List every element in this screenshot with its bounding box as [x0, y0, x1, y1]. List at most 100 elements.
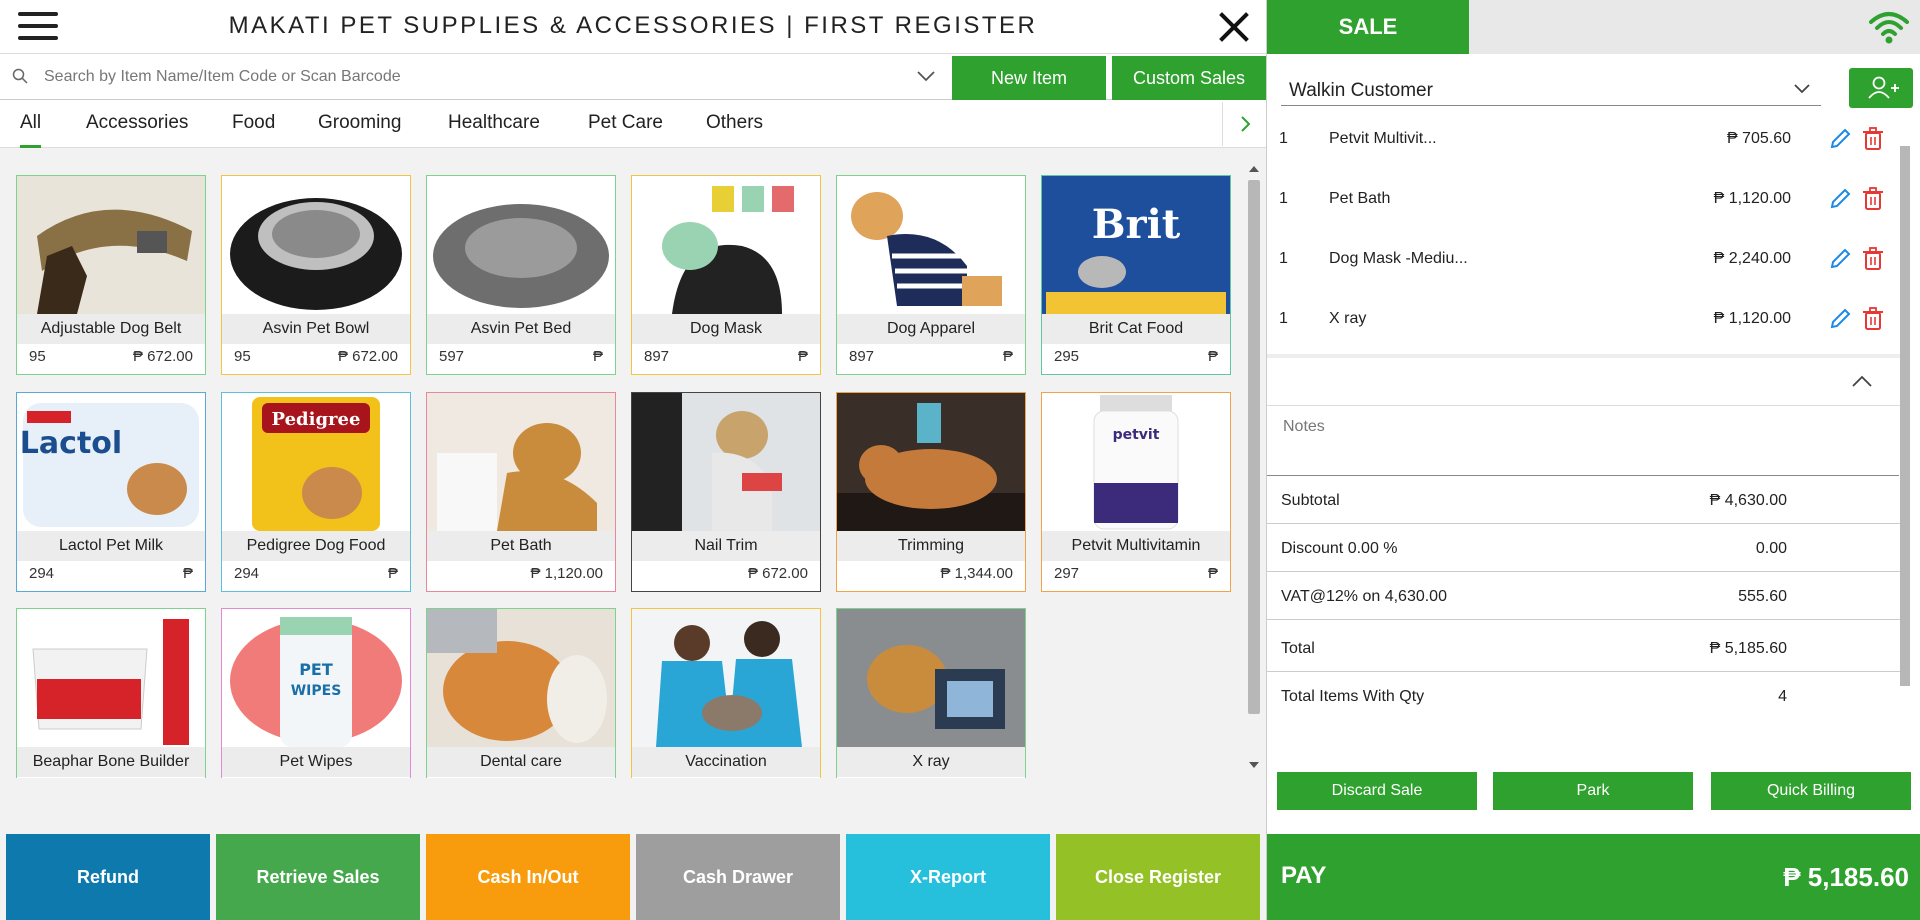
pay-button[interactable]: PAY ₱ 5,185.60: [1267, 834, 1920, 920]
product-stock: 95: [234, 348, 251, 365]
search-input[interactable]: [44, 62, 904, 92]
tab-grooming[interactable]: Grooming: [318, 112, 401, 134]
cart-line[interactable]: 1 Dog Mask -Mediu... ₱ 2,240.00: [1267, 234, 1901, 294]
park-button[interactable]: Park: [1493, 772, 1693, 810]
add-customer-button[interactable]: [1849, 68, 1913, 108]
delete-icon[interactable]: [1861, 126, 1885, 152]
product-card[interactable]: Nail Trim ₱ 672.00: [631, 392, 821, 592]
chevron-right-icon[interactable]: [1222, 102, 1266, 146]
summary-value: ₱ 5,185.60: [1709, 640, 1787, 657]
notes-field[interactable]: [1267, 406, 1899, 476]
line-name: Petvit Multivit...: [1329, 130, 1437, 147]
product-card[interactable]: Pedigree Pedigree Dog Food 294 ₱: [221, 392, 411, 592]
tab-accessories[interactable]: Accessories: [86, 112, 188, 134]
svg-text:Pedigree: Pedigree: [272, 409, 361, 430]
sale-scrollbar[interactable]: [1898, 132, 1912, 718]
edit-icon[interactable]: [1827, 186, 1853, 212]
delete-icon[interactable]: [1861, 246, 1885, 272]
product-card[interactable]: Beaphar Bone Builder: [16, 608, 206, 778]
product-stock: 294: [234, 565, 260, 582]
product-card[interactable]: Asvin Pet Bed 597 ₱: [426, 175, 616, 375]
scroll-thumb[interactable]: [1900, 146, 1910, 686]
quick-billing-button[interactable]: Quick Billing: [1711, 772, 1911, 810]
scroll-thumb[interactable]: [1248, 180, 1260, 714]
edit-icon[interactable]: [1827, 306, 1853, 332]
pay-label: PAY: [1281, 862, 1327, 889]
tab-food[interactable]: Food: [232, 112, 275, 134]
product-card[interactable]: Adjustable Dog Belt 95 ₱ 672.00: [16, 175, 206, 375]
svg-text:petvit: petvit: [1113, 427, 1160, 443]
delete-icon[interactable]: [1861, 186, 1885, 212]
product-name: Pet Wipes: [222, 747, 410, 777]
scroll-down-icon[interactable]: [1249, 762, 1259, 768]
product-name: Trimming: [837, 531, 1025, 561]
product-card[interactable]: Dog Mask 897 ₱: [631, 175, 821, 375]
total-row: Total ₱ 5,185.60: [1267, 624, 1901, 672]
product-name: X ray: [837, 747, 1025, 777]
product-scrollbar[interactable]: [1246, 160, 1262, 780]
product-image: [837, 609, 1025, 747]
sale-summary: Subtotal ₱ 4,630.00 Discount 0.00 % 0.00…: [1267, 354, 1901, 724]
summary-value: ₱ 4,630.00: [1709, 492, 1787, 509]
search-icon: [12, 68, 28, 84]
x-report-button[interactable]: X-Report: [846, 834, 1050, 920]
product-card[interactable]: petvit Petvit Multivitamin 297 ₱: [1041, 392, 1231, 592]
svg-text:Brit: Brit: [1092, 201, 1181, 248]
delete-icon[interactable]: [1861, 306, 1885, 332]
customer-select[interactable]: Walkin Customer: [1281, 70, 1821, 106]
product-card[interactable]: Vaccination: [631, 608, 821, 778]
custom-sales-button[interactable]: Custom Sales: [1112, 56, 1266, 100]
cart-line[interactable]: 1 X ray ₱ 1,120.00: [1267, 294, 1901, 354]
close-register-button[interactable]: Close Register: [1056, 834, 1260, 920]
product-card[interactable]: Brit Brit Cat Food 295 ₱: [1041, 175, 1231, 375]
product-card[interactable]: Dental care: [426, 608, 616, 778]
line-amount: ₱ 2,240.00: [1713, 250, 1791, 267]
svg-text:PET: PET: [299, 660, 333, 679]
line-name: X ray: [1329, 310, 1367, 327]
new-item-button[interactable]: New Item: [952, 56, 1106, 100]
product-image: Pedigree: [222, 393, 410, 531]
edit-icon[interactable]: [1827, 246, 1853, 272]
product-card[interactable]: Trimming ₱ 1,344.00: [836, 392, 1026, 592]
chevron-down-icon[interactable]: [916, 68, 936, 84]
line-amount: ₱ 1,120.00: [1713, 190, 1791, 207]
scroll-up-icon[interactable]: [1249, 166, 1259, 172]
product-card[interactable]: PET WIPES Pet Wipes: [221, 608, 411, 778]
product-image: Lactol: [17, 393, 205, 531]
product-card[interactable]: Asvin Pet Bowl 95 ₱ 672.00: [221, 175, 411, 375]
product-card[interactable]: Pet Bath ₱ 1,120.00: [426, 392, 616, 592]
product-card[interactable]: Lactol Lactol Pet Milk 294 ₱: [16, 392, 206, 592]
summary-label: Total Items With Qty: [1281, 688, 1425, 705]
product-card[interactable]: Dog Apparel 897 ₱: [836, 175, 1026, 375]
product-image: PET WIPES: [222, 609, 410, 747]
chevron-up-icon[interactable]: [1851, 374, 1873, 388]
refund-button[interactable]: Refund: [6, 834, 210, 920]
cash-drawer-button[interactable]: Cash Drawer: [636, 834, 840, 920]
tab-healthcare[interactable]: Healthcare: [448, 112, 540, 134]
line-name: Dog Mask -Mediu...: [1329, 250, 1468, 267]
sale-tab[interactable]: SALE: [1267, 0, 1469, 54]
edit-icon[interactable]: [1827, 126, 1853, 152]
tab-pet-care[interactable]: Pet Care: [588, 112, 663, 134]
discount-row[interactable]: Discount 0.00 % 0.00: [1267, 524, 1901, 572]
chevron-down-icon[interactable]: [1793, 82, 1811, 96]
discard-sale-button[interactable]: Discard Sale: [1277, 772, 1477, 810]
product-name: Vaccination: [632, 747, 820, 777]
product-image: [632, 393, 820, 531]
cart-line[interactable]: 1 Petvit Multivit... ₱ 705.60: [1267, 114, 1901, 174]
product-price: ₱ 672.00: [132, 348, 193, 365]
summary-label: Discount 0.00 %: [1281, 540, 1398, 557]
tab-others[interactable]: Others: [706, 112, 763, 134]
product-price: ₱ 1,120.00: [530, 565, 603, 582]
tab-all[interactable]: All: [20, 112, 42, 148]
cash-in-out-button[interactable]: Cash In/Out: [426, 834, 630, 920]
product-stock: 297: [1054, 565, 1080, 582]
wifi-icon: [1869, 12, 1909, 44]
summary-value: 0.00: [1755, 540, 1787, 557]
product-card[interactable]: X ray: [836, 608, 1026, 778]
top-bar: MAKATI PET SUPPLIES & ACCESSORIES | FIRS…: [0, 0, 1266, 54]
retrieve-sales-button[interactable]: Retrieve Sales: [216, 834, 420, 920]
cart-line[interactable]: 1 Pet Bath ₱ 1,120.00: [1267, 174, 1901, 234]
product-stock: 95: [29, 348, 46, 365]
close-icon[interactable]: [1214, 6, 1254, 46]
